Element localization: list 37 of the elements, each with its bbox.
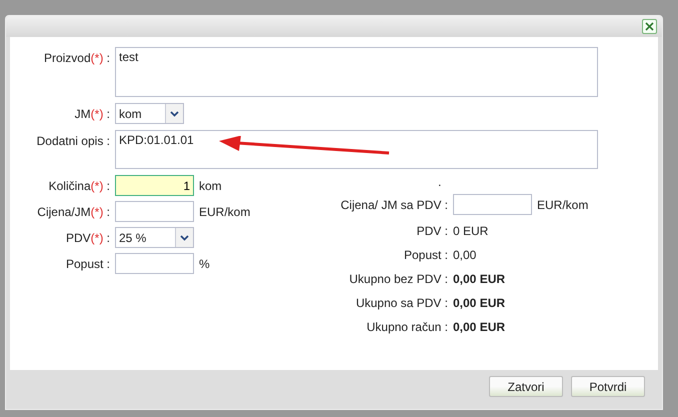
value-text: 0 EUR — [453, 224, 488, 238]
field-label: Popust : — [402, 248, 448, 262]
unit-label: kom — [199, 178, 222, 192]
unit-label: EUR/kom — [199, 204, 250, 218]
dropdown[interactable]: kom — [115, 103, 184, 124]
dot-text: . — [437, 175, 442, 191]
dropdown[interactable]: 25 % — [115, 227, 194, 248]
field-label: Cijena/ JM sa PDV : — [340, 198, 448, 212]
dialog-button[interactable]: Zatvori — [489, 376, 563, 397]
field-label: PDV : — [416, 224, 448, 238]
input-field[interactable] — [115, 253, 194, 274]
chevron-down-icon — [170, 110, 179, 116]
field-label: Cijena/JM(*) : — [36, 204, 110, 218]
value-text: 0,00 — [453, 248, 476, 262]
field-label: Proizvod(*) : — [42, 50, 110, 65]
field-label: Dodatni opis : — [36, 133, 110, 148]
total-value: 0,00 EUR — [453, 272, 506, 286]
input-field[interactable] — [453, 194, 532, 215]
text-area[interactable]: KPD:01.01.01 — [115, 130, 598, 169]
input-field[interactable]: 1 — [115, 175, 194, 196]
total-value: 0,00 EUR — [453, 320, 506, 334]
field-label: Ukupno sa PDV : — [354, 296, 448, 310]
field-label: Količina(*) : — [48, 178, 110, 192]
field-label: JM(*) : — [74, 106, 110, 120]
chevron-down-icon — [180, 234, 189, 240]
dialog-button[interactable]: Potvrdi — [571, 376, 645, 397]
unit-label: EUR/kom — [537, 198, 588, 212]
text-area[interactable]: test — [115, 47, 598, 97]
field-label: PDV(*) : — [64, 230, 110, 244]
unit-label: % — [199, 256, 210, 270]
input-field[interactable] — [115, 201, 194, 222]
field-label: Popust : — [64, 256, 110, 270]
total-value: 0,00 EUR — [453, 296, 506, 310]
close-icon — [645, 22, 654, 31]
close-button[interactable] — [642, 19, 657, 34]
field-label: Ukupno bez PDV : — [348, 272, 448, 286]
field-label: Ukupno račun : — [366, 320, 448, 334]
